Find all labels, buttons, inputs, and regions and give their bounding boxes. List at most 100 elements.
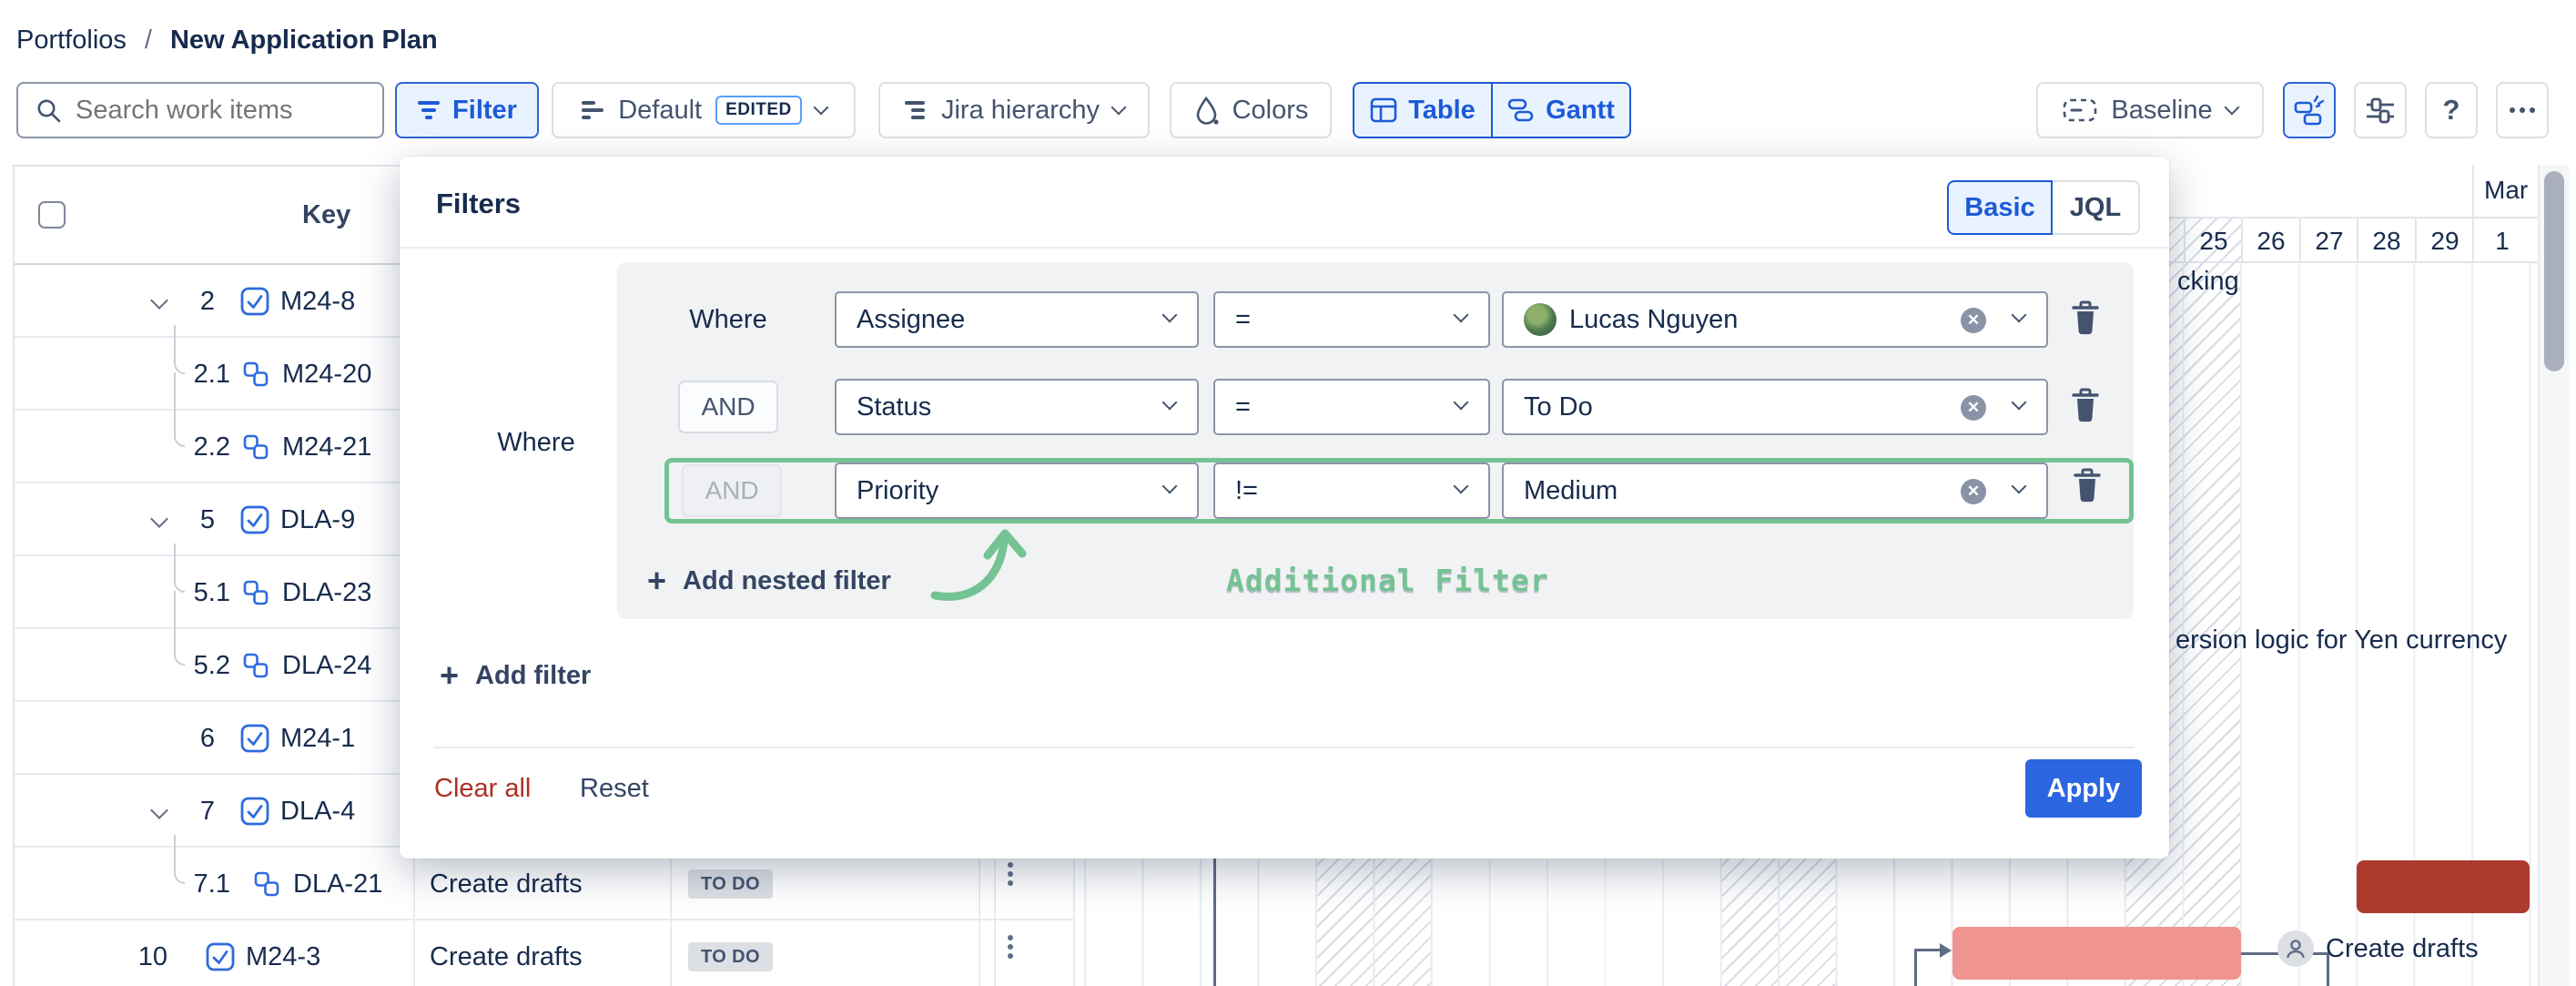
row-more-icon[interactable] [1008, 859, 1013, 889]
clear-value-icon[interactable]: ✕ [1961, 308, 1986, 333]
plan-page: Portfolios / New Application Plan Filter… [0, 0, 2576, 986]
table-view-button[interactable]: Table [1354, 84, 1491, 137]
day-label: 28 [2357, 219, 2415, 263]
field-select[interactable]: Status [835, 379, 1199, 435]
issue-key[interactable]: DLA-4 [280, 775, 355, 848]
operator-select[interactable]: = [1213, 379, 1490, 435]
baseline-label: Baseline [2111, 96, 2212, 126]
more-button[interactable] [2496, 82, 2549, 138]
gantt-view-button[interactable]: Gantt [1491, 84, 1629, 137]
issue-key[interactable]: DLA-24 [282, 629, 371, 702]
row-number: 5.1 [165, 556, 230, 629]
view-select-button[interactable]: Default EDITED [552, 82, 856, 138]
hierarchy-label: Jira hierarchy [941, 96, 1100, 126]
clear-value-icon[interactable]: ✕ [1961, 479, 1986, 504]
select-all-checkbox[interactable] [38, 201, 66, 229]
gantt-icon [1507, 97, 1535, 123]
gantt-bar-m24-3[interactable] [1952, 927, 2241, 980]
status-badge[interactable]: TO DO [688, 942, 773, 971]
value-select[interactable]: Lucas Nguyen ✕ [1502, 291, 2048, 348]
task-type-icon [240, 505, 269, 542]
filter-join-label: Where [678, 291, 778, 348]
settings-sliders-button[interactable] [2354, 82, 2407, 138]
join-operator-chip[interactable]: AND [678, 381, 778, 433]
operator-select-value: = [1235, 305, 1251, 335]
subtask-type-icon [242, 433, 269, 468]
issue-key[interactable]: M24-3 [246, 920, 320, 986]
clear-value-icon[interactable]: ✕ [1961, 395, 1986, 421]
delete-filter-button[interactable] [2071, 388, 2100, 429]
mode-basic-button[interactable]: Basic [1947, 180, 2053, 235]
filter-button-label: Filter [452, 96, 517, 126]
add-filter-label: Add filter [475, 661, 591, 691]
status-badge[interactable]: TO DO [688, 869, 773, 899]
operator-select-value: = [1235, 392, 1251, 422]
plus-icon: + [440, 659, 459, 692]
scrollbar-thumb[interactable] [2544, 171, 2564, 371]
droplet-icon [1193, 96, 1221, 125]
ellipsis-icon [2510, 107, 2535, 113]
issue-key[interactable]: M24-1 [280, 702, 355, 775]
clear-all-button[interactable]: Clear all [434, 774, 531, 804]
add-filter-button[interactable]: + Add filter [440, 659, 591, 692]
dependency-line [1914, 949, 1917, 986]
baseline-icon [2063, 97, 2097, 123]
operator-select[interactable]: = [1213, 291, 1490, 348]
issue-summary[interactable]: Create drafts [430, 848, 583, 920]
operator-select-value: != [1235, 476, 1258, 506]
issue-key[interactable]: DLA-21 [293, 848, 382, 920]
assignee-avatar [2277, 930, 2314, 967]
panel-footer-divider [434, 747, 2135, 748]
issue-summary[interactable]: Create drafts [430, 920, 583, 986]
question-icon: ? [2443, 94, 2460, 127]
subtask-type-icon [242, 652, 269, 686]
hierarchy-select-button[interactable]: Jira hierarchy [878, 82, 1150, 138]
task-type-icon [206, 942, 235, 979]
issue-key[interactable]: DLA-23 [282, 556, 371, 629]
annotation-text: Additional Filter [1226, 563, 1549, 598]
row-number: 2.1 [165, 338, 230, 411]
colors-button[interactable]: Colors [1170, 82, 1332, 138]
issue-key[interactable]: M24-8 [280, 265, 355, 338]
user-avatar [1524, 303, 1557, 336]
field-select[interactable]: Priority [835, 463, 1199, 519]
scrollbar-track[interactable] [2538, 165, 2569, 986]
filter-button[interactable]: Filter [395, 82, 539, 138]
chevron-down-icon [1454, 308, 1469, 323]
hierarchy-icon [904, 99, 928, 121]
filter-group-label: Where [472, 428, 600, 458]
issue-key[interactable]: DLA-9 [280, 483, 355, 556]
help-button[interactable]: ? [2425, 82, 2478, 138]
join-operator-chip[interactable]: AND [682, 464, 782, 517]
reset-button[interactable]: Reset [580, 774, 649, 804]
operator-select[interactable]: != [1213, 463, 1490, 519]
gantt-bar-label: Create drafts [2326, 934, 2479, 964]
chevron-down-icon [1162, 395, 1178, 411]
apply-button[interactable]: Apply [2025, 759, 2142, 818]
field-select-value: Assignee [857, 305, 965, 335]
value-select-value: To Do [1524, 392, 1593, 422]
row-number: 2.2 [165, 411, 230, 483]
breadcrumb: Portfolios / New Application Plan [16, 25, 438, 62]
value-select[interactable]: Medium ✕ [1502, 463, 2048, 519]
search-input[interactable] [74, 95, 369, 127]
chevron-down-icon [1454, 395, 1469, 411]
highlight-dependencies-button[interactable] [2283, 82, 2336, 138]
delete-filter-button[interactable] [2073, 468, 2102, 509]
search-box[interactable] [16, 82, 384, 138]
search-icon [35, 97, 62, 124]
gantt-bar-dla21[interactable] [2357, 860, 2530, 913]
row-more-icon[interactable] [1008, 931, 1013, 962]
issue-key[interactable]: M24-21 [282, 411, 371, 483]
baseline-button[interactable]: Baseline [2036, 82, 2264, 138]
month-label: Mar [2484, 176, 2528, 205]
field-select[interactable]: Assignee [835, 291, 1199, 348]
chevron-down-icon [2012, 479, 2027, 494]
breadcrumb-portfolios[interactable]: Portfolios [16, 25, 127, 62]
issue-key[interactable]: M24-20 [282, 338, 371, 411]
delete-filter-button[interactable] [2071, 300, 2100, 341]
value-select[interactable]: To Do ✕ [1502, 379, 2048, 435]
add-nested-filter-label: Add nested filter [683, 566, 891, 596]
add-nested-filter-button[interactable]: + Add nested filter [647, 564, 891, 597]
mode-jql-button[interactable]: JQL [2053, 180, 2140, 235]
